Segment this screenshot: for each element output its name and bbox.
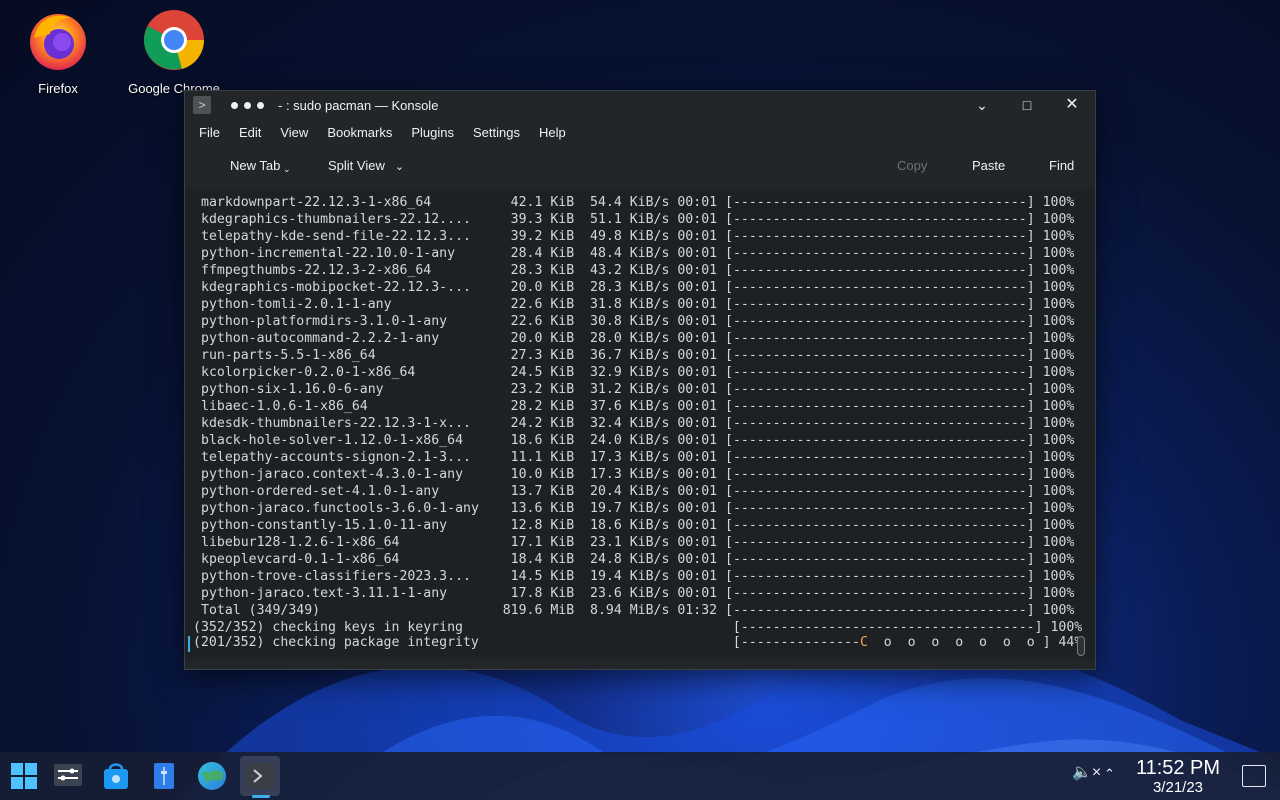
split-view-label: Split View [328, 158, 385, 173]
terminal-line: telepathy-kde-send-file-22.12.3... 39.2 … [201, 229, 1075, 244]
terminal-cursor [188, 636, 190, 652]
discover-store-icon [104, 763, 128, 789]
terminal-line: libebur128-1.2.6-1-x86_64 17.1 KiB 23.1 … [201, 535, 1075, 550]
desktop-icon-chrome[interactable]: Google Chrome [119, 8, 229, 96]
active-window-indicator [252, 795, 270, 798]
terminal-line: telepathy-accounts-signon-2.1-3... 11.1 … [201, 450, 1075, 465]
progress-bar-rest: o o o o o o o ] [867, 635, 1051, 650]
terminal-scrollbar[interactable] [1077, 636, 1085, 656]
terminal-line: python-ordered-set-4.1.0-1-any 13.7 KiB … [201, 484, 1075, 499]
start-menu-button[interactable] [4, 756, 44, 796]
new-tab-button[interactable]: New Tab ⌄ [230, 158, 291, 174]
desktop-icon-firefox[interactable]: Firefox [3, 8, 113, 96]
browser-globe-icon [198, 762, 226, 790]
menu-bookmarks[interactable]: Bookmarks [327, 125, 392, 140]
title-bar[interactable]: > - : sudo pacman — Konsole ⌄ □ ✕ [185, 91, 1095, 119]
terminal-line: python-jaraco.context-4.3.0-1-any 10.0 K… [201, 467, 1075, 482]
dolphin-files-icon [154, 763, 174, 789]
menu-edit[interactable]: Edit [239, 125, 261, 140]
start-menu-icon [11, 763, 37, 789]
menu-plugins[interactable]: Plugins [411, 125, 454, 140]
menu-file[interactable]: File [199, 125, 220, 140]
close-button[interactable]: ✕ [1049, 91, 1095, 119]
terminal-line: python-jaraco.functools-3.6.0-1-any 13.6… [201, 501, 1075, 516]
terminal-line: libaec-1.0.6-1-x86_64 28.2 KiB 37.6 KiB/… [201, 399, 1075, 414]
terminal-line: python-jaraco.text-3.11.1-1-any 17.8 KiB… [201, 586, 1075, 601]
menu-settings[interactable]: Settings [473, 125, 520, 140]
maximize-button[interactable]: □ [1004, 91, 1050, 119]
terminal-line: kpeoplevcard-0.1-1-x86_64 18.4 KiB 24.8 … [201, 552, 1075, 567]
konsole-window: > - : sudo pacman — Konsole ⌄ □ ✕ File E… [184, 90, 1096, 670]
menu-view[interactable]: View [280, 125, 308, 140]
taskbar-dolphin[interactable] [144, 756, 184, 796]
window-menu-dots-icon[interactable] [231, 101, 264, 109]
terminal-line: python-constantly-15.1.0-11-any 12.8 KiB… [201, 518, 1075, 533]
taskbar: 🔈× ⌃ 11:52 PM 3/21/23 [0, 752, 1280, 800]
taskbar-konsole[interactable] [240, 756, 280, 796]
new-tab-label: New Tab [230, 158, 281, 173]
volume-muted-icon[interactable]: 🔈× [1072, 762, 1101, 782]
progress-bar-done: --------------- [740, 635, 860, 650]
terminal-line: kdegraphics-thumbnailers-22.12.... 39.3 … [201, 212, 1075, 227]
window-title: - : sudo pacman — Konsole [278, 97, 439, 113]
menu-help[interactable]: Help [539, 125, 566, 140]
terminal-line: python-autocommand-2.2.2-1-any 20.0 KiB … [201, 331, 1075, 346]
terminal-line: kcolorpicker-0.2.0-1-x86_64 24.5 KiB 32.… [201, 365, 1075, 380]
terminal-line: python-tomli-2.0.1-1-any 22.6 KiB 31.8 K… [201, 297, 1075, 312]
terminal-line: black-hole-solver-1.12.0-1-x86_64 18.6 K… [201, 433, 1075, 448]
dropdown-arrow-icon: ⌄ [283, 164, 291, 174]
progress-bar-open: [ [732, 635, 741, 650]
taskbar-system-settings[interactable] [48, 756, 88, 796]
terminal-line: python-six-1.16.0-6-any 23.2 KiB 31.2 Ki… [201, 382, 1075, 397]
toolbar: New Tab ⌄ Split View ⌄ Copy Paste Find [185, 145, 1095, 189]
terminal-view[interactable]: markdownpart-22.12.3-1-x86_64 42.1 KiB 5… [185, 189, 1095, 659]
terminal-line: run-parts-5.5-1-x86_64 27.3 KiB 36.7 KiB… [201, 348, 1075, 363]
konsole-app-icon[interactable]: > [193, 96, 211, 114]
system-settings-icon [54, 764, 82, 786]
copy-button[interactable]: Copy [897, 158, 927, 173]
menu-bar: File Edit View Bookmarks Plugins Setting… [185, 119, 1095, 145]
show-desktop-button[interactable] [1242, 765, 1266, 787]
chrome-icon [144, 10, 205, 70]
firefox-icon [30, 14, 86, 70]
clock[interactable]: 11:52 PM 3/21/23 [1128, 757, 1228, 797]
clock-time: 11:52 PM [1135, 757, 1221, 779]
minimize-button[interactable]: ⌄ [959, 91, 1005, 119]
terminal-line: kdesdk-thumbnailers-22.12.3-1-x... 24.2 … [201, 416, 1075, 431]
find-button[interactable]: Find [1049, 158, 1074, 173]
pacman-icon: C [859, 635, 868, 650]
split-view-button[interactable]: Split View ⌄ [328, 158, 404, 173]
konsole-icon [246, 763, 274, 789]
desktop-icon-label: Firefox [38, 81, 78, 96]
terminal-progress-line: (201/352) checking package integrity [--… [193, 634, 1082, 651]
clock-date: 3/21/23 [1152, 779, 1204, 796]
terminal-line: Total (349/349) 819.6 MiB 8.94 MiB/s 01:… [201, 603, 1075, 618]
chevron-down-icon: ⌄ [394, 161, 405, 173]
taskbar-discover[interactable] [96, 756, 136, 796]
paste-button[interactable]: Paste [972, 158, 1005, 173]
terminal-line: python-incremental-22.10.0-1-any 28.4 Ki… [201, 246, 1075, 261]
terminal-line: kdegraphics-mobipocket-22.12.3-... 20.0 … [201, 280, 1075, 295]
terminal-line: python-trove-classifiers-2023.3... 14.5 … [201, 569, 1075, 584]
terminal-line: python-platformdirs-3.1.0-1-any 22.6 KiB… [201, 314, 1075, 329]
progress-label: (201/352) checking package integrity [193, 635, 479, 650]
terminal-line: markdownpart-22.12.3-1-x86_64 42.1 KiB 5… [201, 195, 1075, 210]
chevron-up-icon[interactable]: ⌃ [1104, 766, 1115, 782]
taskbar-browser[interactable] [192, 756, 232, 796]
terminal-line: ffmpegthumbs-22.12.3-2-x86_64 28.3 KiB 4… [201, 263, 1075, 278]
